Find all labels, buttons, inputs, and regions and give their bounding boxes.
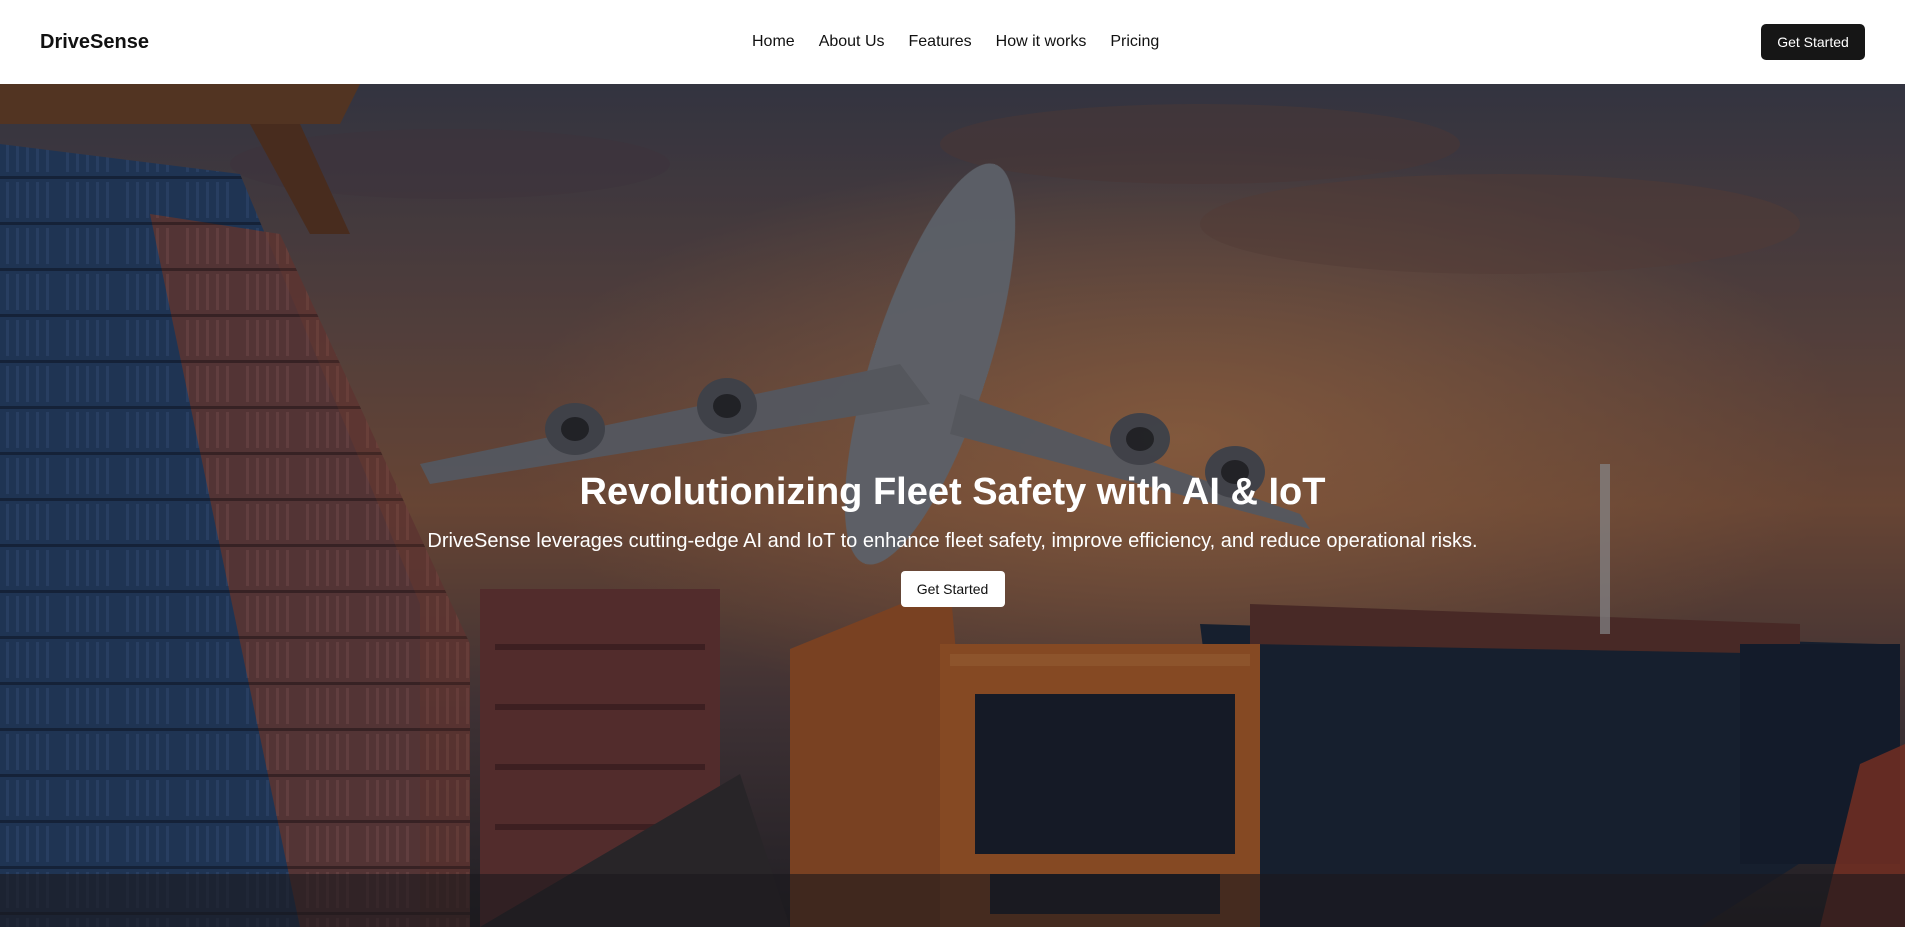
nav-link-home[interactable]: Home [752,31,795,53]
nav-link-features[interactable]: Features [909,31,972,53]
nav-link-about-us[interactable]: About Us [819,31,885,53]
hero-section: Revolutionizing Fleet Safety with AI & I… [0,84,1905,927]
main-nav: Home About Us Features How it works Pric… [752,31,1159,53]
header-get-started-button[interactable]: Get Started [1761,24,1865,60]
hero-content: Revolutionizing Fleet Safety with AI & I… [0,469,1905,607]
nav-link-pricing[interactable]: Pricing [1110,31,1159,53]
nav-link-how-it-works[interactable]: How it works [996,31,1087,53]
hero-subtitle: DriveSense leverages cutting-edge AI and… [427,530,1478,552]
hero-title: Revolutionizing Fleet Safety with AI & I… [579,471,1326,513]
top-navbar: DriveSense Home About Us Features How it… [0,0,1905,84]
brand-logo[interactable]: DriveSense [40,30,149,54]
hero-get-started-button[interactable]: Get Started [900,571,1005,607]
